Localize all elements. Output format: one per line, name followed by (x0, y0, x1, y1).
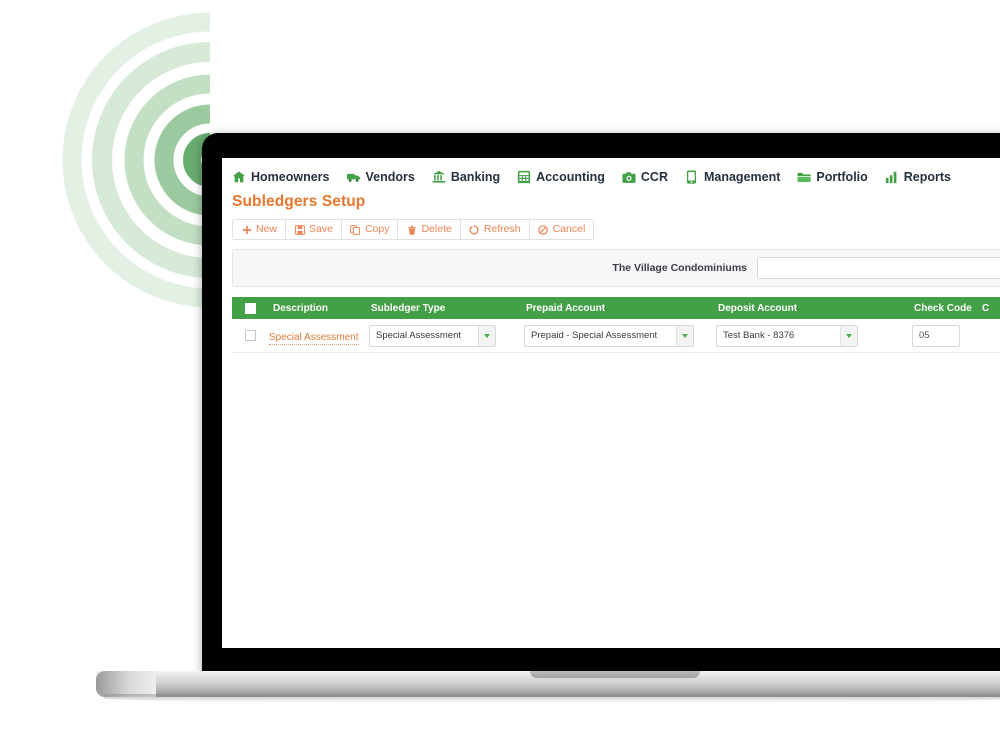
nav-item-accounting[interactable]: Accounting (517, 170, 605, 184)
cell-subledger-type: Special Assessment (367, 324, 522, 347)
select-all-checkbox[interactable] (245, 302, 256, 314)
cancel-button-label: Cancel (552, 223, 586, 236)
property-label: The Village Condominiums (612, 262, 747, 274)
home-icon (232, 170, 246, 184)
row-checkbox[interactable] (245, 330, 256, 341)
refresh-button-label: Refresh (483, 223, 521, 236)
cell-prepaid-account: Prepaid - Special Assessment (522, 324, 714, 347)
nav-item-reports[interactable]: Reports (885, 170, 951, 184)
cancel-icon (538, 224, 549, 235)
cell-status (978, 327, 1000, 345)
calculator-icon (517, 170, 531, 184)
save-icon (294, 224, 305, 235)
laptop-base-notch (530, 671, 700, 678)
refresh-icon (469, 224, 480, 235)
row-select-cell[interactable] (232, 330, 269, 341)
prepaid-account-value: Prepaid - Special Assessment (531, 330, 658, 341)
nav-label: Portfolio (816, 170, 868, 184)
nav-label: Accounting (536, 170, 605, 184)
page-title: Subledgers Setup (232, 193, 366, 210)
nav-label: Vendors (365, 170, 415, 184)
nav-item-portfolio[interactable]: Portfolio (797, 170, 868, 184)
cell-description: Special Assessment (269, 327, 367, 345)
copy-button-label: Copy (364, 223, 390, 236)
bar-chart-icon (885, 170, 899, 184)
nav-label: Management (703, 170, 781, 184)
application-screen: Homeowners Vendors Banking Accounting CC… (222, 158, 1000, 648)
copy-icon (350, 224, 361, 235)
screenshot-stage: Homeowners Vendors Banking Accounting CC… (0, 0, 1000, 750)
chevron-down-icon[interactable] (676, 325, 693, 346)
header-cell-check-code[interactable]: Check Code (910, 303, 978, 314)
cell-deposit-account: Test Bank - 8376 (714, 324, 910, 347)
cancel-button[interactable]: Cancel (529, 220, 594, 239)
refresh-button[interactable]: Refresh (460, 220, 530, 239)
nav-label: Banking (450, 170, 501, 184)
deposit-account-select[interactable]: Test Bank - 8376 (716, 324, 858, 347)
nav-label: CCR (640, 170, 668, 184)
subledgers-grid: Description Subledger Type Prepaid Accou… (232, 297, 1000, 353)
save-button-label: Save (309, 223, 333, 236)
nav-item-ccr[interactable]: CCR (622, 170, 668, 184)
header-cell-subledger-type[interactable]: Subledger Type (367, 303, 522, 314)
mobile-icon (685, 170, 699, 184)
nav-item-banking[interactable]: Banking (432, 170, 500, 184)
camera-icon (622, 170, 636, 184)
bank-icon (432, 170, 446, 184)
delete-button[interactable]: Delete (398, 220, 461, 239)
folder-icon (797, 170, 812, 184)
subledger-type-select[interactable]: Special Assessment (369, 324, 496, 347)
subledger-type-value: Special Assessment (376, 330, 462, 341)
save-button[interactable]: Save (286, 220, 342, 239)
new-button[interactable]: New (233, 220, 287, 239)
copy-button[interactable]: Copy (341, 220, 399, 239)
header-cell-description[interactable]: Description (269, 303, 367, 314)
nav-item-homeowners[interactable]: Homeowners (232, 170, 330, 184)
laptop-mockup: Homeowners Vendors Banking Accounting CC… (0, 0, 1000, 750)
nav-label: Reports (903, 170, 952, 184)
nav-item-vendors[interactable]: Vendors (346, 170, 415, 184)
nav-item-management[interactable]: Management (685, 170, 780, 184)
check-code-input[interactable]: 05 (912, 324, 960, 347)
deposit-account-value: Test Bank - 8376 (723, 330, 795, 341)
plus-icon (241, 224, 252, 235)
laptop-base-shadow (104, 694, 1000, 703)
trash-icon (406, 224, 417, 235)
description-link[interactable]: Special Assessment (269, 332, 359, 345)
nav-label: Homeowners (251, 170, 330, 184)
cell-check-code: 05 (910, 324, 978, 347)
prepaid-account-select[interactable]: Prepaid - Special Assessment (524, 324, 694, 347)
header-cell-status[interactable]: C (978, 303, 1000, 314)
delete-button-label: Delete (421, 223, 452, 236)
header-cell-prepaid-account[interactable]: Prepaid Account (522, 303, 714, 314)
select-all-header-cell[interactable] (232, 302, 269, 314)
property-search-input[interactable] (757, 257, 1000, 279)
table-row[interactable]: Special Assessment Special Assessment Pr (232, 319, 1000, 353)
header-cell-deposit-account[interactable]: Deposit Account (714, 303, 910, 314)
filter-panel: The Village Condominiums (232, 249, 1000, 287)
chevron-down-icon[interactable] (840, 325, 857, 346)
chevron-down-icon[interactable] (478, 325, 495, 346)
action-toolbar: New Save Copy Delete Refresh Cancel (232, 219, 595, 240)
main-navigation: Homeowners Vendors Banking Accounting CC… (222, 158, 1000, 184)
new-button-label: New (256, 223, 278, 236)
grid-header-row: Description Subledger Type Prepaid Accou… (232, 297, 1000, 319)
truck-icon (346, 170, 361, 184)
